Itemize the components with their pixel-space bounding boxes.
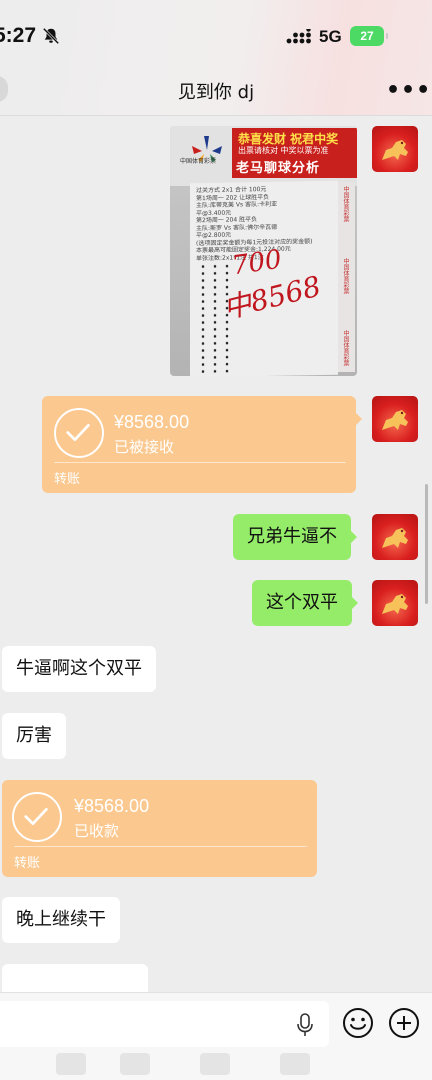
transfer-divider <box>14 846 307 847</box>
lottery-ticket-photo[interactable]: 中国体育彩票 恭喜发财 祝君中奖 出票请核对 中奖以票为准 老马聊球分析 过关方… <box>170 126 357 376</box>
check-circle-icon <box>12 792 62 842</box>
transfer-divider <box>54 462 346 463</box>
check-circle-icon <box>54 408 104 458</box>
side-strip-text: 中国体育彩票 <box>342 330 349 366</box>
avatar[interactable] <box>372 396 418 442</box>
blurred-toolbar <box>0 1047 432 1080</box>
banner-line-2: 出票请核对 中奖以票为准 <box>238 146 329 155</box>
horse-icon <box>382 528 408 548</box>
ticket-barcode-dots <box>212 262 218 373</box>
plus-icon[interactable] <box>388 1007 420 1039</box>
message-bubble-sent[interactable]: 兄弟牛逼不 <box>233 514 357 560</box>
ticket-header: 中国体育彩票 恭喜发财 祝君中奖 出票请核对 中奖以票为准 老马聊球分析 <box>170 126 357 186</box>
horse-icon <box>382 410 408 430</box>
transfer-status: 已收款 <box>74 822 120 840</box>
avatar[interactable] <box>372 580 418 626</box>
transfer-label: 转账 <box>54 472 81 487</box>
chat-title: 见到你 dj <box>177 82 255 103</box>
lottery-logo-icon <box>192 136 222 162</box>
transfer-message-received[interactable]: ¥8568.00 已收款 转账 <box>2 780 317 877</box>
chat-header: 见到你 dj ••• <box>0 74 432 116</box>
status-bar: 5:27 5G 27 <box>0 0 432 74</box>
battery-level: 27 <box>360 29 374 43</box>
message-bubble-received[interactable]: 厉害 <box>2 713 66 759</box>
banner-line-3: 老马聊球分析 <box>236 161 321 176</box>
header-divider <box>0 115 432 116</box>
transfer-amount: ¥8568.00 <box>114 412 190 432</box>
message-bubble-sent[interactable]: 这个双平 <box>252 580 358 626</box>
logo-text: 中国体育彩票 <box>180 158 217 165</box>
signal-icon <box>286 29 311 44</box>
avatar[interactable] <box>372 514 418 560</box>
horse-icon <box>382 594 408 614</box>
transfer-status: 已被接收 <box>114 438 175 456</box>
more-options-button[interactable]: ••• <box>386 78 431 103</box>
input-bar <box>0 992 432 1080</box>
microphone-icon[interactable] <box>296 1013 314 1037</box>
blurred-item <box>200 1053 230 1075</box>
ticket-side-strip: 中国体育彩票 中国体育彩票 中国体育彩票 <box>338 182 355 372</box>
message-bubble-partial[interactable] <box>2 964 148 992</box>
ticket-barcode-dots <box>200 263 206 374</box>
blurred-item <box>56 1053 86 1075</box>
transfer-label: 转账 <box>14 856 41 871</box>
ticket-red-banner: 恭喜发财 祝君中奖 出票请核对 中奖以票为准 老马聊球分析 <box>232 128 357 178</box>
horse-icon <box>382 140 408 160</box>
side-strip-text: 中国体育彩票 <box>342 186 349 222</box>
message-bubble-received[interactable]: 牛逼啊这个双平 <box>2 646 156 692</box>
network-type: 5G <box>319 27 342 46</box>
blurred-item <box>280 1053 310 1075</box>
bell-off-icon <box>42 27 60 45</box>
side-strip-text: 中国体育彩票 <box>342 258 349 294</box>
emoji-icon[interactable] <box>342 1007 374 1039</box>
transfer-amount: ¥8568.00 <box>74 796 150 816</box>
battery-icon: 27 <box>350 26 388 46</box>
status-time: 5:27 <box>0 24 37 47</box>
message-bubble-received[interactable]: 晚上继续干 <box>2 897 120 943</box>
blurred-item <box>120 1053 150 1075</box>
scrollbar[interactable] <box>425 484 428 604</box>
message-input[interactable] <box>0 1001 329 1047</box>
avatar[interactable] <box>372 126 418 172</box>
transfer-message-sent[interactable]: ¥8568.00 已被接收 转账 <box>42 396 362 493</box>
